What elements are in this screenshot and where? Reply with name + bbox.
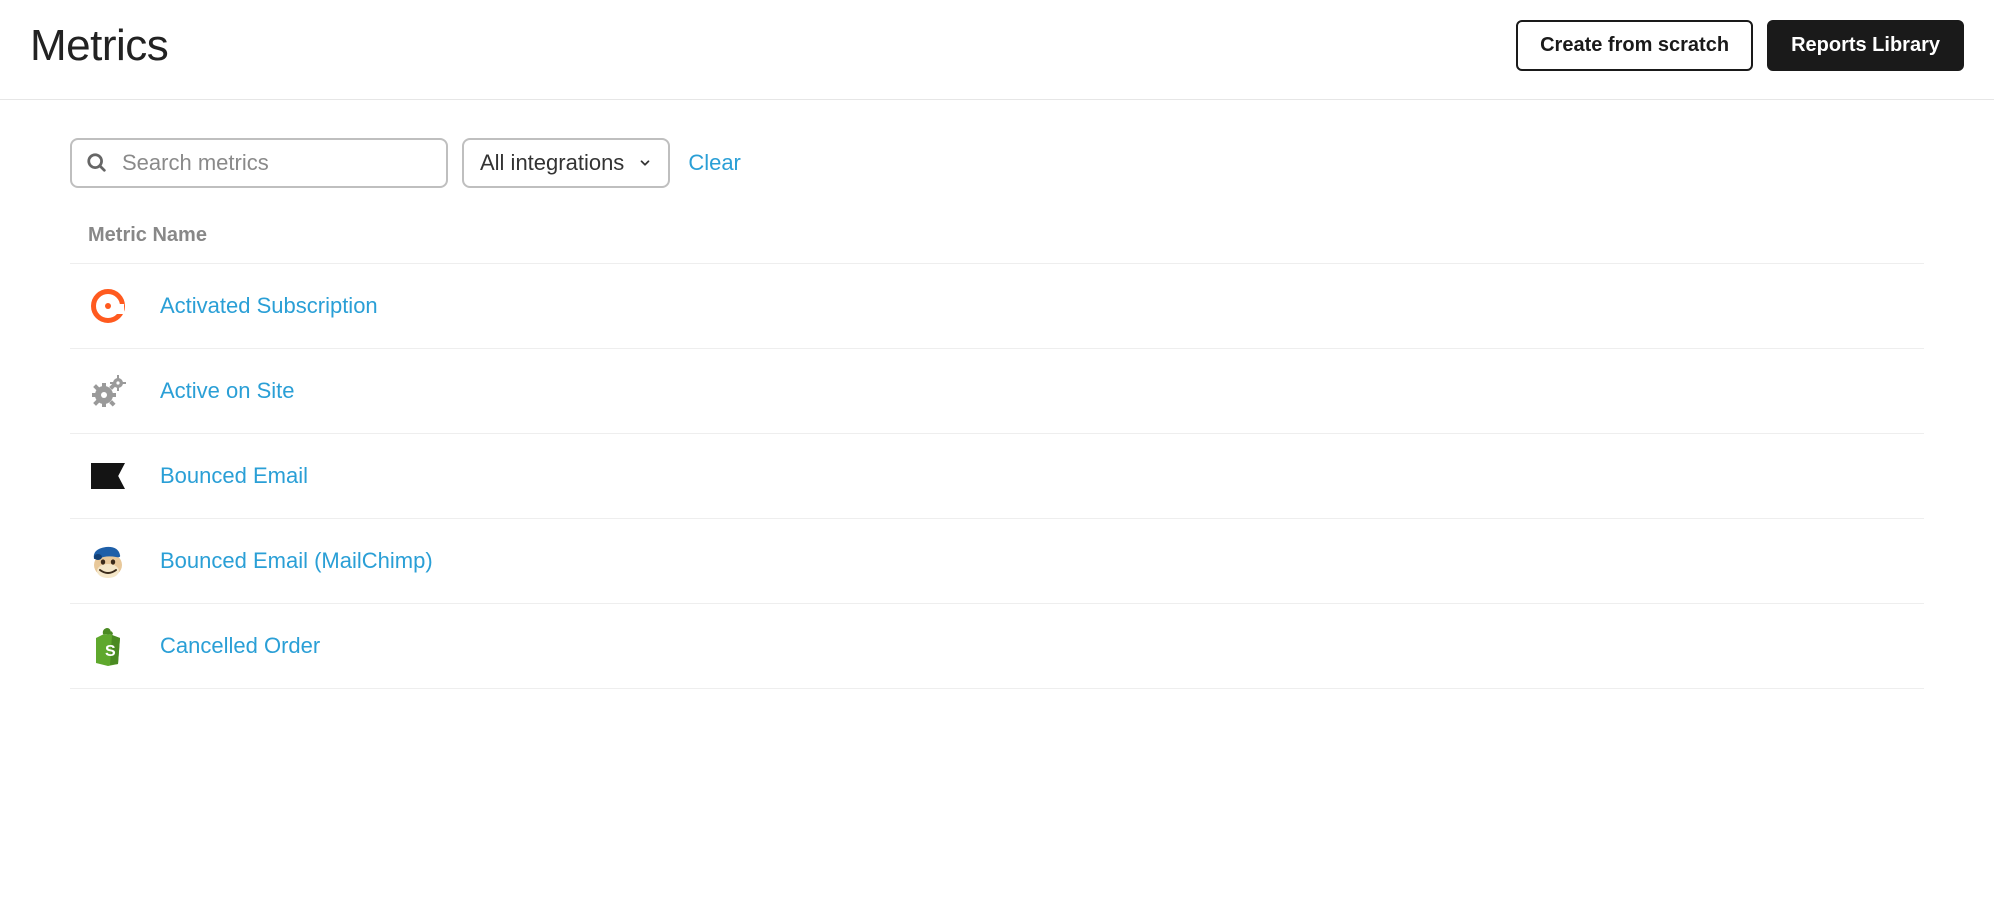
integrations-dropdown[interactable]: All integrations <box>462 138 670 188</box>
metric-link[interactable]: Cancelled Order <box>160 633 320 659</box>
table-column-header: Metric Name <box>70 214 1924 264</box>
table-row: Active on Site <box>70 349 1924 434</box>
metric-link[interactable]: Bounced Email (MailChimp) <box>160 548 433 574</box>
chargebee-icon <box>88 286 128 326</box>
reports-library-button[interactable]: Reports Library <box>1767 20 1964 71</box>
header-actions: Create from scratch Reports Library <box>1516 20 1964 71</box>
svg-text:S: S <box>105 643 116 660</box>
klaviyo-flag-icon <box>88 456 128 496</box>
table-row: S Cancelled Order <box>70 604 1924 689</box>
create-from-scratch-button[interactable]: Create from scratch <box>1516 20 1753 71</box>
table-row: Bounced Email <box>70 434 1924 519</box>
chevron-down-icon <box>638 156 652 170</box>
page-title: Metrics <box>30 21 168 71</box>
search-field-wrap[interactable] <box>70 138 448 188</box>
integrations-dropdown-label: All integrations <box>480 150 624 176</box>
mailchimp-icon <box>88 541 128 581</box>
filters-bar: All integrations Clear <box>0 100 1994 214</box>
metric-link[interactable]: Activated Subscription <box>160 293 378 319</box>
metrics-table: Metric Name Activated Subscription <box>0 214 1994 689</box>
clear-filters-link[interactable]: Clear <box>688 150 741 176</box>
page-header: Metrics Create from scratch Reports Libr… <box>0 0 1994 100</box>
metric-link[interactable]: Active on Site <box>160 378 295 404</box>
table-row: Activated Subscription <box>70 264 1924 349</box>
shopify-icon: S <box>88 626 128 666</box>
metric-link[interactable]: Bounced Email <box>160 463 308 489</box>
gears-icon <box>88 371 128 411</box>
search-input[interactable] <box>122 150 432 176</box>
table-row: Bounced Email (MailChimp) <box>70 519 1924 604</box>
search-icon <box>86 152 108 174</box>
